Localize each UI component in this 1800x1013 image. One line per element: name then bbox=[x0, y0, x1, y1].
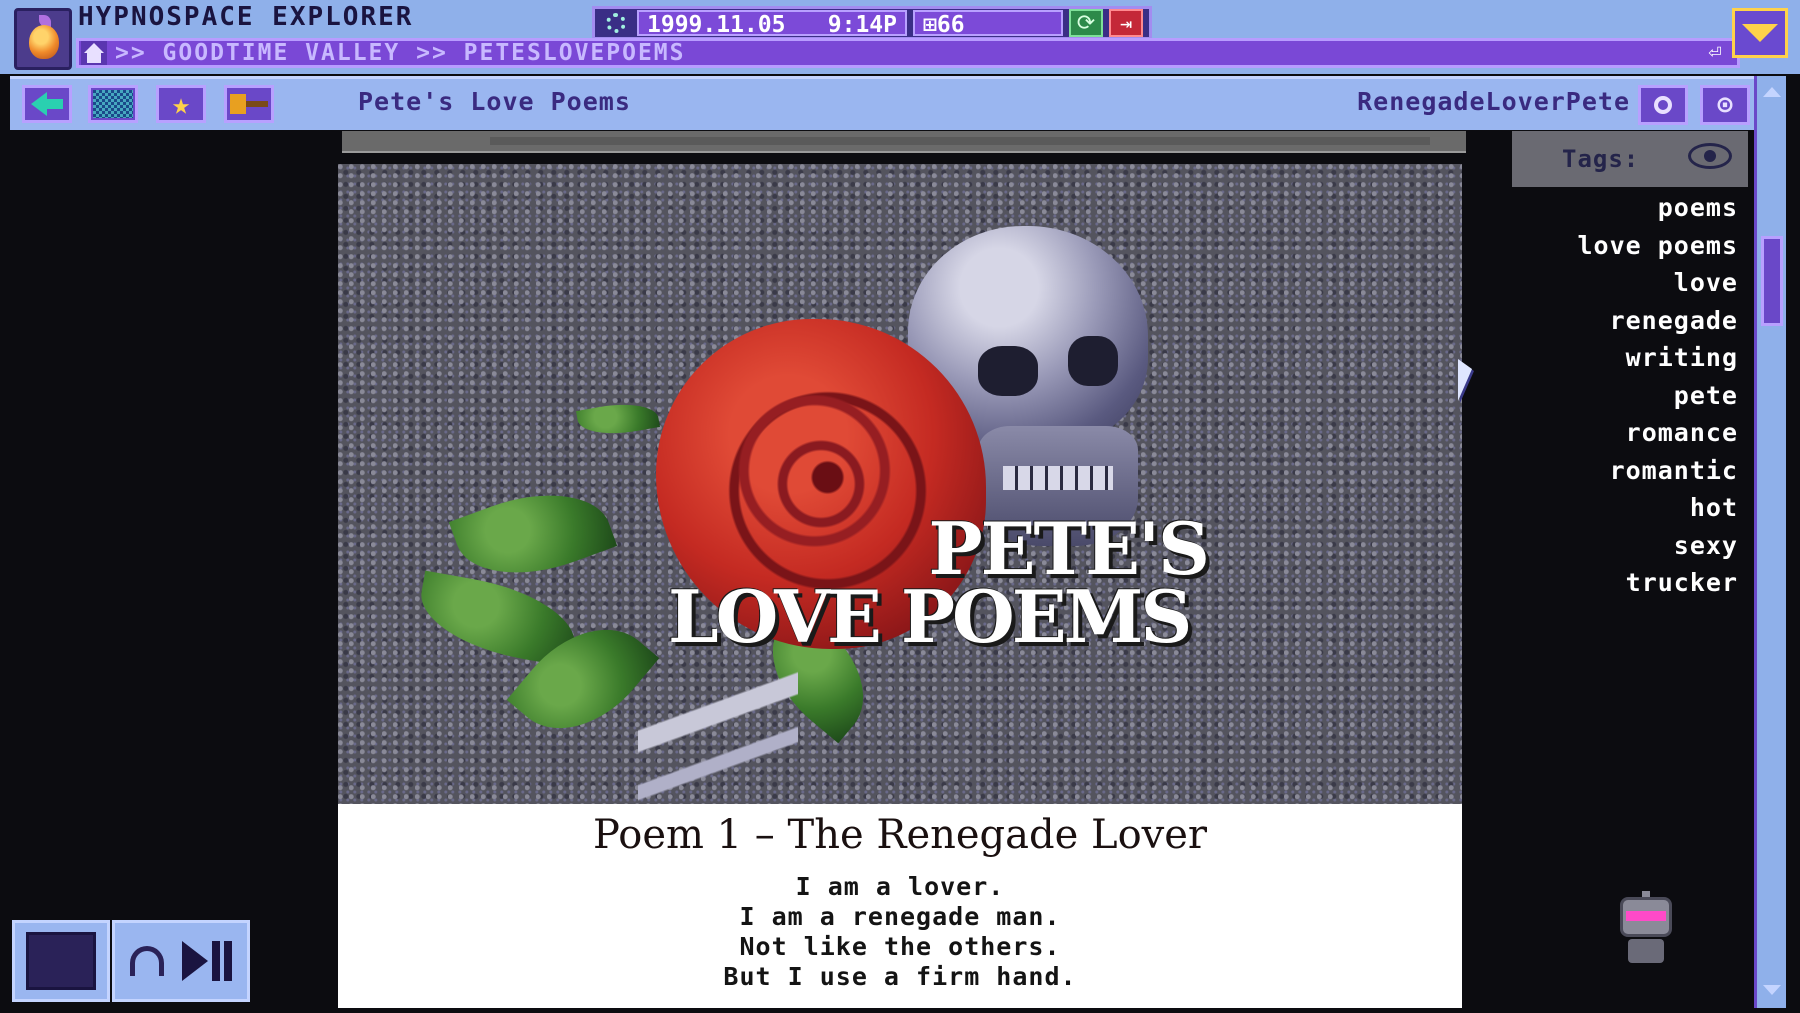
leaf-image bbox=[576, 397, 660, 441]
scroll-thumb[interactable] bbox=[1761, 236, 1783, 326]
page-body: PETE'S LOVE POEMS Poem 1 – The Renegade … bbox=[338, 164, 1462, 1008]
banner-image: PETE'S LOVE POEMS bbox=[338, 164, 1462, 804]
poem-body: I am a lover. I am a renegade man. Not l… bbox=[338, 872, 1462, 992]
refresh-icon[interactable]: ⟳ bbox=[1069, 9, 1103, 37]
title-bar: HYPNOSPACE EXPLORER 1999.11.05 9:14P ⊞66… bbox=[0, 0, 1800, 74]
hammer-icon[interactable] bbox=[224, 85, 274, 123]
scroll-up-icon[interactable] bbox=[1759, 78, 1785, 106]
poem-line: I am a renegade man. bbox=[739, 902, 1061, 931]
browser-toolbar: ★ Pete's Love Poems RenegadeLoverPete ⊙ bbox=[10, 76, 1770, 130]
robot-assistant-icon[interactable] bbox=[1616, 891, 1676, 963]
tag-link[interactable]: romantic bbox=[1512, 452, 1738, 490]
clock-display: 1999.11.05 9:14P bbox=[637, 10, 907, 38]
tag-link[interactable]: love poems bbox=[1512, 227, 1738, 265]
exit-icon[interactable]: ⇥ bbox=[1109, 9, 1143, 37]
date-text: 1999.11.05 bbox=[647, 12, 786, 38]
tags-label: Tags: bbox=[1562, 145, 1640, 173]
page-owner-link[interactable]: RenegadeLoverPete bbox=[1357, 87, 1630, 116]
tag-link[interactable]: romance bbox=[1512, 414, 1738, 452]
tag-link[interactable]: hot bbox=[1512, 489, 1738, 527]
back-arrow-icon[interactable] bbox=[22, 85, 72, 123]
star-icon[interactable]: ★ bbox=[156, 85, 206, 123]
play-controls[interactable] bbox=[112, 920, 250, 1002]
page-viewport: PETE'S LOVE POEMS Poem 1 – The Renegade … bbox=[14, 131, 1750, 1008]
poem-line: Not like the others. bbox=[739, 932, 1061, 961]
tag-link[interactable]: trucker bbox=[1512, 564, 1738, 602]
poem-line: I am a lover. bbox=[795, 872, 1005, 901]
bone-hand-image bbox=[638, 664, 798, 804]
tags-header: Tags: bbox=[1512, 131, 1748, 187]
memory-counter: ⊞66 bbox=[913, 10, 1063, 38]
poem-line: But I use a firm hand. bbox=[723, 962, 1077, 991]
minimize-button[interactable] bbox=[1732, 8, 1788, 58]
time-text: 9:14P bbox=[827, 12, 897, 38]
enter-icon[interactable]: ⏎ bbox=[1697, 41, 1733, 65]
page-top-strip bbox=[342, 131, 1466, 153]
scroll-down-icon[interactable] bbox=[1759, 976, 1785, 1004]
address-path[interactable]: >> GOODTIME VALLEY >> PETESLOVEPOEMS bbox=[115, 41, 686, 65]
tag-link[interactable]: writing bbox=[1512, 339, 1738, 377]
grid-icon[interactable] bbox=[88, 85, 138, 123]
poem-title: Poem 1 – The Renegade Lover bbox=[592, 812, 1208, 858]
poem-section: Poem 1 – The Renegade Lover I am a lover… bbox=[338, 804, 1462, 1008]
tag-link[interactable]: renegade bbox=[1512, 302, 1738, 340]
address-bar[interactable]: >> GOODTIME VALLEY >> PETESLOVEPOEMS ⏎ bbox=[76, 38, 1740, 68]
tag-link[interactable]: poems bbox=[1512, 189, 1738, 227]
app-title: HYPNOSPACE EXPLORER bbox=[78, 2, 414, 32]
banner-line-2: LOVE POEMS bbox=[668, 574, 1192, 659]
stop-button[interactable] bbox=[12, 920, 110, 1002]
eye-icon[interactable] bbox=[1688, 143, 1732, 169]
music-player bbox=[12, 920, 250, 1004]
search-icon[interactable] bbox=[1638, 85, 1688, 125]
page-title: Pete's Love Poems bbox=[358, 87, 631, 116]
tag-link[interactable]: sexy bbox=[1512, 527, 1738, 565]
headphones-icon[interactable] bbox=[130, 946, 164, 976]
play-pause-icon[interactable] bbox=[182, 941, 232, 981]
hypnospace-logo-icon[interactable] bbox=[14, 8, 72, 70]
tag-list: poems love poems love renegade writing p… bbox=[1512, 189, 1738, 602]
tag-link[interactable]: love bbox=[1512, 264, 1738, 302]
home-icon[interactable] bbox=[81, 41, 107, 65]
gear-icon[interactable] bbox=[601, 10, 631, 36]
mouse-cursor-icon bbox=[1458, 359, 1472, 401]
tag-link[interactable]: pete bbox=[1512, 377, 1738, 415]
page-scrollbar[interactable] bbox=[1754, 76, 1786, 1008]
help-icon[interactable]: ⊙ bbox=[1700, 85, 1750, 125]
status-bar: 1999.11.05 9:14P ⊞66 ⟳ ⇥ bbox=[592, 6, 1152, 40]
banner-heading: PETE'S LOVE POEMS bbox=[668, 512, 1248, 654]
